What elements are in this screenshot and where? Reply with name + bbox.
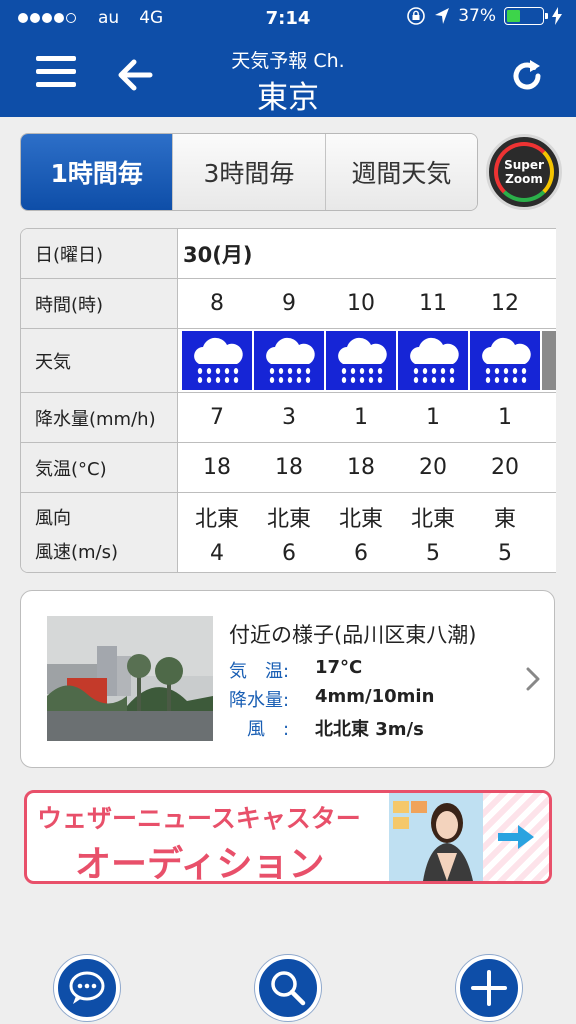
app-header: au 4G 7:14 37% 天気予報 Ch. 東京 — [0, 0, 576, 117]
banner-arrow-area — [483, 793, 549, 881]
precip-cell: 1 — [426, 405, 440, 430]
forecast-tabs: 1時間毎 3時間毎 週間天気 — [20, 133, 478, 211]
wind-direction: 北東 — [266, 507, 311, 532]
wind-speed: 6 — [354, 541, 368, 566]
nearby-temp-row: 気 温: 17°C — [229, 657, 362, 683]
chat-icon — [69, 971, 105, 1004]
wind-cell: 北東 4 — [181, 493, 253, 572]
tab-weekly[interactable]: 週間天気 — [325, 134, 477, 210]
nearby-precip-row: 降水量: 4mm/10min — [229, 686, 434, 712]
banner-line2: オーディション — [75, 844, 325, 884]
rotation-lock-icon — [407, 7, 426, 25]
nearby-wind-label: 風 : — [229, 719, 290, 740]
cloud-icon — [542, 331, 556, 390]
charging-icon — [552, 7, 562, 25]
superzoom-button[interactable]: Super Zoom — [486, 134, 562, 210]
search-icon — [271, 971, 306, 1006]
header-subtitle: 天気予報 Ch. — [231, 50, 345, 72]
nearby-wind-value: 北北東 3m/s — [315, 719, 424, 740]
banner-caster-image — [389, 793, 483, 881]
temp-cell: 18 — [347, 455, 375, 480]
banner-line1: ウェザーニュースキャスター — [37, 804, 361, 833]
table-row-time: 時間(時) 8 9 10 11 12 — [21, 279, 556, 329]
tab-hourly[interactable]: 1時間毎 — [21, 134, 174, 210]
precip-cell: 3 — [282, 405, 296, 430]
status-bar: au 4G 7:14 37% — [0, 6, 576, 34]
wind-speed: 4 — [210, 541, 224, 566]
nearby-wind-row: 風 : 北北東 3m/s — [229, 715, 424, 741]
wind-cell: 北東 6 — [325, 493, 397, 572]
row-label-time: 時間(時) — [21, 279, 178, 328]
nearby-conditions-card[interactable]: 付近の様子(品川区東八潮) 気 温: 17°C 降水量: 4mm/10min 風… — [20, 590, 555, 768]
precip-cell: 1 — [498, 405, 512, 430]
date-value: 30(月) — [183, 242, 253, 267]
nearby-precip-value: 4mm/10min — [315, 686, 435, 707]
row-label-wind-speed: 風速(m/s) — [35, 541, 119, 563]
row-label-weather: 天気 — [21, 329, 178, 392]
table-row-weather: 天気 — [21, 329, 556, 393]
hour-cell: 10 — [347, 291, 375, 316]
table-row-date: 日(曜日) 30(月) — [21, 229, 556, 279]
heavy-rain-icon — [398, 331, 468, 390]
add-button[interactable] — [456, 955, 522, 1021]
precip-cell: 1 — [354, 405, 368, 430]
row-label-temp: 気温(°C) — [21, 443, 178, 492]
table-row-temp: 気温(°C) 18 18 18 20 20 — [21, 443, 556, 493]
nearby-title: 付近の様子(品川区東八潮) — [229, 623, 477, 647]
nearby-temp-label: 気 温: — [229, 661, 290, 682]
table-row-precip: 降水量(mm/h) 7 3 1 1 1 — [21, 393, 556, 443]
chat-button[interactable] — [54, 955, 120, 1021]
battery-icon — [504, 7, 548, 25]
audition-banner[interactable]: ウェザーニュースキャスター オーディション — [24, 790, 552, 884]
chevron-right-icon[interactable] — [526, 667, 540, 691]
battery-percent: 37% — [458, 6, 496, 26]
wind-direction: 北東 — [194, 507, 239, 532]
heavy-rain-icon — [326, 331, 396, 390]
status-right: 37% — [406, 6, 562, 26]
arrow-right-icon — [498, 825, 534, 849]
wind-cell: 北東 6 — [253, 493, 325, 572]
temp-cell: 18 — [275, 455, 303, 480]
search-button[interactable] — [255, 955, 321, 1021]
wind-direction: 東 — [493, 507, 516, 532]
precip-cell: 7 — [210, 405, 224, 430]
refresh-icon[interactable] — [510, 56, 546, 96]
location-icon — [435, 8, 450, 24]
plus-icon — [471, 970, 507, 1006]
row-label-date: 日(曜日) — [21, 229, 178, 278]
wind-direction: 北東 — [338, 507, 383, 532]
superzoom-icon: Super Zoom — [494, 142, 554, 202]
wind-speed: 6 — [282, 541, 296, 566]
wind-direction: 北東 — [410, 507, 455, 532]
row-label-wind: 風向 風速(m/s) — [21, 493, 178, 572]
temp-cell: 18 — [203, 455, 231, 480]
wind-speed: 5 — [426, 541, 440, 566]
heavy-rain-icon — [254, 331, 324, 390]
nearby-temp-value: 17°C — [315, 657, 363, 678]
live-camera-image — [47, 616, 213, 741]
row-label-wind-dir: 風向 — [35, 507, 71, 529]
wind-speed: 5 — [498, 541, 512, 566]
nearby-precip-label: 降水量: — [229, 690, 290, 711]
table-row-wind: 風向 風速(m/s) 北東 4 北東 6 北東 6 北東 5 東 5 — [21, 493, 556, 572]
hour-cell: 8 — [210, 291, 224, 316]
tab-3-hourly[interactable]: 3時間毎 — [173, 134, 326, 210]
row-label-precip: 降水量(mm/h) — [21, 393, 178, 442]
hour-cell: 12 — [491, 291, 519, 316]
heavy-rain-icon — [182, 331, 252, 390]
wind-cell: 東5 — [469, 493, 541, 572]
temp-cell: 20 — [491, 455, 519, 480]
heavy-rain-icon — [470, 331, 540, 390]
forecast-table[interactable]: 日(曜日) 30(月) 時間(時) 8 9 10 11 12 天気 降水量(mm/h) … — [20, 228, 556, 573]
temp-cell: 20 — [419, 455, 447, 480]
wind-cell: 北東 5 — [397, 493, 469, 572]
page-title: 東京 — [257, 80, 319, 116]
hour-cell: 9 — [282, 291, 296, 316]
hour-cell: 11 — [419, 291, 447, 316]
